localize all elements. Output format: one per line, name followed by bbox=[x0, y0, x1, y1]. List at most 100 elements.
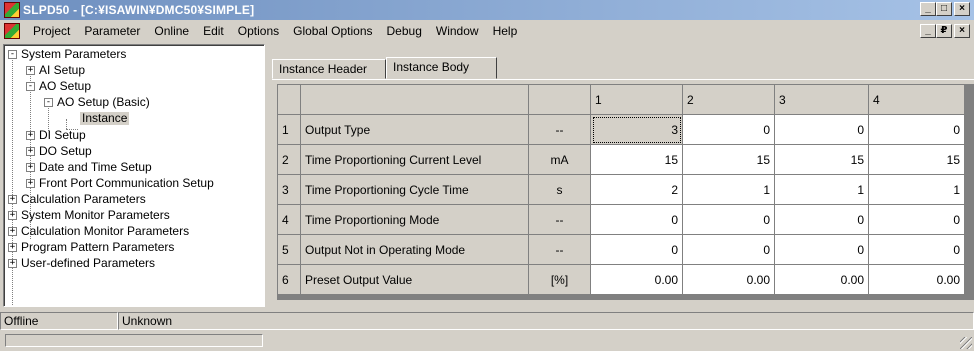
menu-window[interactable]: Window bbox=[429, 21, 486, 41]
tab-instance-header[interactable]: Instance Header bbox=[272, 59, 386, 79]
expand-icon[interactable]: + bbox=[8, 259, 17, 268]
value-cell[interactable]: 0 bbox=[774, 234, 869, 265]
value-cell[interactable]: 0 bbox=[868, 204, 965, 235]
tree-node-ao-setup-basic[interactable]: - AO Setup (Basic) bbox=[44, 96, 152, 109]
menu-parameter[interactable]: Parameter bbox=[77, 21, 147, 41]
expand-icon[interactable]: + bbox=[8, 195, 17, 204]
close-button[interactable]: × bbox=[954, 2, 970, 16]
value-cell[interactable]: 0 bbox=[774, 114, 869, 145]
value-cell[interactable]: 2 bbox=[590, 174, 683, 205]
collapse-icon[interactable]: - bbox=[8, 50, 17, 59]
unit-cell: s bbox=[528, 174, 591, 205]
expand-icon[interactable]: + bbox=[8, 227, 17, 236]
table-row: 5 Output Not in Operating Mode -- 0 0 0 … bbox=[277, 234, 965, 265]
menu-global-options[interactable]: Global Options bbox=[286, 21, 379, 41]
value-cell[interactable]: 0 bbox=[590, 204, 683, 235]
document-icon[interactable] bbox=[4, 23, 20, 39]
unit-cell: -- bbox=[528, 114, 591, 145]
expand-icon[interactable]: + bbox=[26, 131, 35, 140]
minimize-button[interactable]: _ bbox=[920, 2, 936, 16]
tree-node-instance[interactable]: Instance bbox=[80, 112, 130, 125]
value-cell[interactable]: 0.00 bbox=[774, 264, 869, 295]
tree-label: System Monitor Parameters bbox=[21, 208, 170, 222]
tree-node-user-defined[interactable]: + User-defined Parameters bbox=[8, 257, 157, 270]
column-header[interactable]: 4 bbox=[868, 84, 965, 115]
value-cell[interactable]: 0.00 bbox=[590, 264, 683, 295]
column-header[interactable]: 1 bbox=[590, 84, 683, 115]
column-header[interactable]: 3 bbox=[774, 84, 869, 115]
parameter-tree[interactable]: - System Parameters + AI Setup - AO Setu… bbox=[3, 44, 265, 307]
column-header[interactable]: 2 bbox=[682, 84, 775, 115]
menu-bar: Project Parameter Online Edit Options Gl… bbox=[0, 20, 974, 42]
tree-node-front-port-setup[interactable]: + Front Port Communication Setup bbox=[26, 177, 216, 190]
value-cell[interactable]: 0 bbox=[774, 204, 869, 235]
mdi-close-button[interactable]: × bbox=[954, 24, 970, 38]
value-cell[interactable]: 0 bbox=[682, 114, 775, 145]
table-row: 1 Output Type -- 3 0 0 0 bbox=[277, 114, 965, 145]
name-header bbox=[300, 84, 529, 115]
parameter-name: Output Not in Operating Mode bbox=[300, 234, 529, 265]
expand-icon[interactable]: + bbox=[26, 163, 35, 172]
value-cell[interactable]: 0 bbox=[590, 234, 683, 265]
tree-node-date-time-setup[interactable]: + Date and Time Setup bbox=[26, 161, 154, 174]
value-cell[interactable]: 1 bbox=[682, 174, 775, 205]
tree-node-ao-setup[interactable]: - AO Setup bbox=[26, 80, 93, 93]
tree-node-program-pattern[interactable]: + Program Pattern Parameters bbox=[8, 241, 176, 254]
menu-project[interactable]: Project bbox=[26, 21, 77, 41]
tab-instance-body[interactable]: Instance Body bbox=[386, 57, 497, 79]
tree-label: Date and Time Setup bbox=[39, 160, 152, 174]
value-cell[interactable]: 0 bbox=[868, 234, 965, 265]
value-cell[interactable]: 1 bbox=[774, 174, 869, 205]
expand-icon[interactable]: + bbox=[26, 66, 35, 75]
table-row: 2 Time Proportioning Current Level mA 15… bbox=[277, 144, 965, 175]
value-cell[interactable]: 0.00 bbox=[682, 264, 775, 295]
menu-online[interactable]: Online bbox=[147, 21, 196, 41]
collapse-icon[interactable]: - bbox=[26, 82, 35, 91]
tree-label: AI Setup bbox=[39, 63, 86, 77]
progress-bar-area bbox=[0, 331, 974, 351]
mdi-restore-button[interactable]: ₽ bbox=[936, 24, 952, 38]
expand-icon[interactable]: + bbox=[8, 243, 17, 252]
expand-icon[interactable]: + bbox=[8, 211, 17, 220]
row-number: 3 bbox=[277, 174, 301, 205]
instance-grid[interactable]: 1 2 3 4 1 Output Type -- 3 0 0 0 2 Time … bbox=[277, 84, 974, 300]
tree-node-do-setup[interactable]: + DO Setup bbox=[26, 145, 94, 158]
value-cell[interactable]: 15 bbox=[868, 144, 965, 175]
parameter-name: Time Proportioning Cycle Time bbox=[300, 174, 529, 205]
resize-grip-icon[interactable] bbox=[960, 337, 972, 349]
app-icon[interactable] bbox=[4, 2, 20, 18]
parameter-name: Time Proportioning Mode bbox=[300, 204, 529, 235]
tree-node-system-parameters[interactable]: - System Parameters bbox=[8, 48, 128, 61]
value-cell[interactable]: 0 bbox=[868, 114, 965, 145]
tree-node-calculation-monitor[interactable]: + Calculation Monitor Parameters bbox=[8, 225, 191, 238]
tree-node-calculation-parameters[interactable]: + Calculation Parameters bbox=[8, 193, 148, 206]
menu-edit[interactable]: Edit bbox=[196, 21, 231, 41]
unit-cell: -- bbox=[528, 234, 591, 265]
tab-divider bbox=[272, 79, 974, 80]
mdi-minimize-button[interactable]: _ bbox=[920, 24, 936, 38]
parameter-name: Preset Output Value bbox=[300, 264, 529, 295]
tree-node-di-setup[interactable]: + DI Setup bbox=[26, 129, 88, 142]
expand-icon[interactable]: + bbox=[26, 147, 35, 156]
tree-node-system-monitor[interactable]: + System Monitor Parameters bbox=[8, 209, 172, 222]
menu-help[interactable]: Help bbox=[486, 21, 525, 41]
parameter-name: Time Proportioning Current Level bbox=[300, 144, 529, 175]
tree-node-ai-setup[interactable]: + AI Setup bbox=[26, 64, 87, 77]
menu-debug[interactable]: Debug bbox=[380, 21, 429, 41]
value-cell[interactable]: 15 bbox=[774, 144, 869, 175]
parameter-name: Output Type bbox=[300, 114, 529, 145]
expand-icon[interactable]: + bbox=[26, 179, 35, 188]
maximize-button[interactable]: □ bbox=[936, 2, 952, 16]
value-cell[interactable]: 1 bbox=[868, 174, 965, 205]
value-cell[interactable]: 15 bbox=[682, 144, 775, 175]
unit-cell: mA bbox=[528, 144, 591, 175]
value-cell[interactable]: 0.00 bbox=[868, 264, 965, 295]
value-cell[interactable]: 0 bbox=[682, 234, 775, 265]
unit-header bbox=[528, 84, 591, 115]
value-cell[interactable]: 0 bbox=[682, 204, 775, 235]
collapse-icon[interactable]: - bbox=[44, 98, 53, 107]
value-cell[interactable]: 15 bbox=[590, 144, 683, 175]
value-cell[interactable]: 3 bbox=[590, 114, 683, 145]
menu-options[interactable]: Options bbox=[231, 21, 286, 41]
progress-bar bbox=[5, 334, 263, 347]
